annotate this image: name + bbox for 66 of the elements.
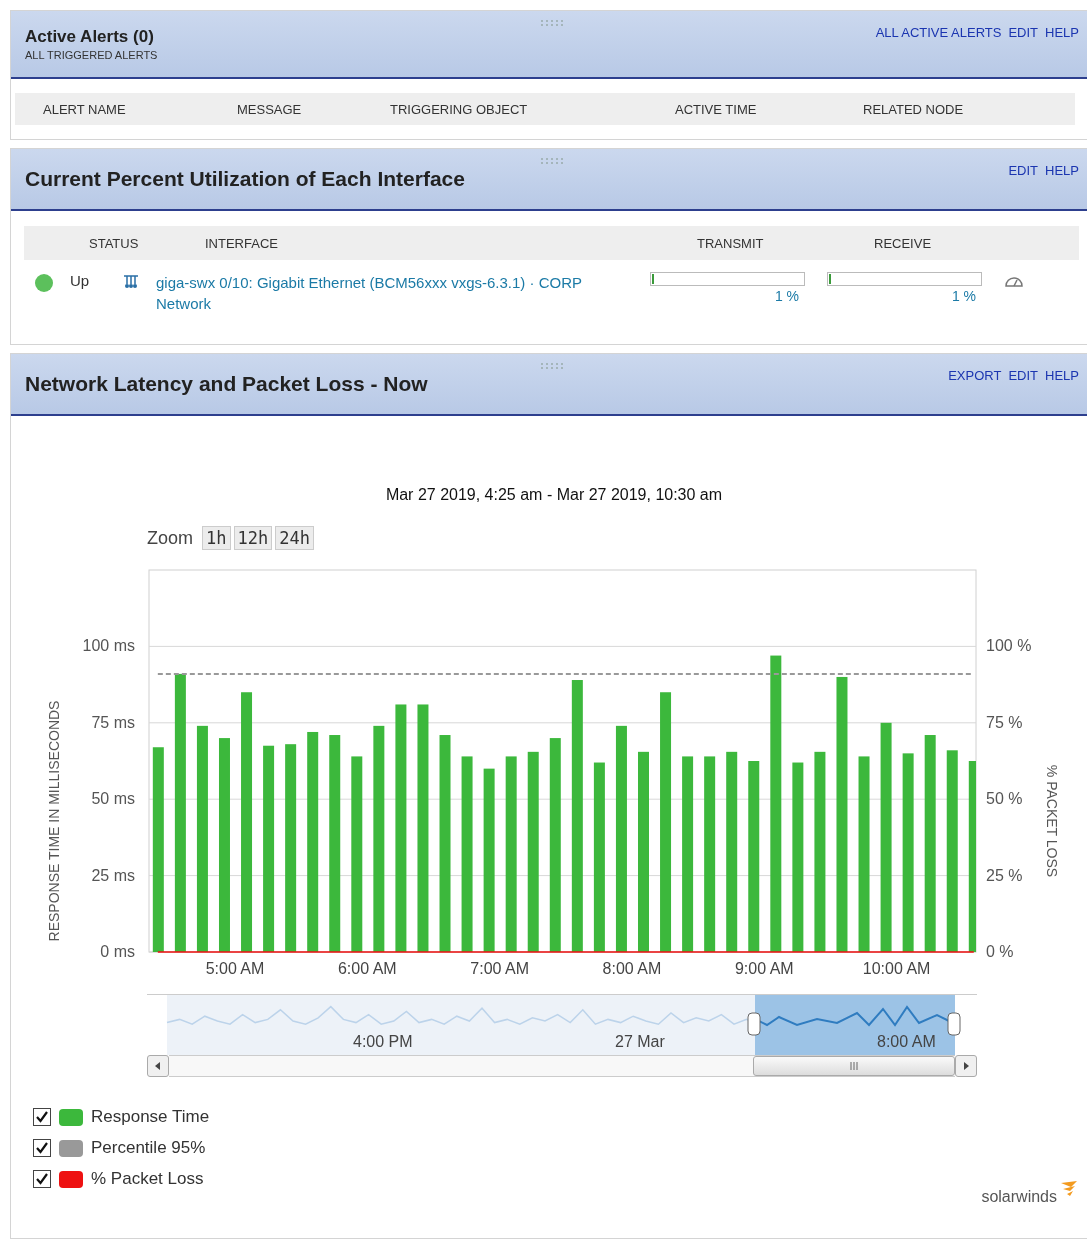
navigator-label: 8:00 AM xyxy=(877,1033,936,1051)
brand-logo-text: solarwinds xyxy=(981,1188,1057,1206)
y-axis-label: 0 ms xyxy=(100,943,135,960)
column-header: ACTIVE TIME xyxy=(675,101,758,117)
zoom-button[interactable]: 1h xyxy=(202,526,231,550)
utilization-reading: 1 % xyxy=(951,288,976,304)
panel-subtitle: ALL TRIGGERED ALERTS xyxy=(25,49,158,61)
x-axis-label: 10:00 AM xyxy=(862,960,931,977)
legend-checkbox[interactable] xyxy=(33,1139,51,1157)
column-header: TRIGGERING OBJECT xyxy=(390,101,529,117)
y-axis-label: 100 ms xyxy=(82,637,135,655)
gauge-icon[interactable] xyxy=(1004,274,1024,288)
y-axis-label: 0 % xyxy=(986,943,1014,960)
x-axis-label: 8:00 AM xyxy=(602,960,662,977)
column-header: ALERT NAME xyxy=(43,101,127,117)
utilization-reading: 1 % xyxy=(774,288,799,304)
panel-title: Active Alerts (0) xyxy=(25,27,155,47)
legend-label: Percentile 95% xyxy=(91,1138,206,1158)
y-axis-title: % PACKET LOSS xyxy=(1044,764,1060,878)
interface-link[interactable]: giga-swx 0/10: Gigabit Ethernet (BCM56xxx vxgs-6.3.1) · CORP Network xyxy=(156,272,626,314)
column-header: TRANSMIT xyxy=(697,235,765,251)
navigator-label: 27 Mar xyxy=(615,1033,665,1051)
x-axis-label: 9:00 AM xyxy=(734,960,794,977)
header-link[interactable]: EDIT xyxy=(1008,163,1039,179)
y-axis-label: 25 ms xyxy=(91,866,135,884)
y-axis-label: 75 ms xyxy=(91,713,135,731)
y-axis-label: 100 % xyxy=(986,637,1032,655)
status-text: Up xyxy=(70,272,91,289)
scroll-left-button[interactable] xyxy=(147,1055,169,1077)
column-header: MESSAGE xyxy=(237,101,303,117)
header-link[interactable]: HELP xyxy=(1045,163,1079,179)
scrollbar-thumb[interactable] xyxy=(753,1056,955,1076)
legend-label: Response Time xyxy=(91,1107,210,1127)
column-header: INTERFACE xyxy=(205,235,279,251)
y-axis-title: RESPONSE TIME IN MILLISECONDS xyxy=(46,700,62,942)
date-range: Mar 27 2019, 4:25 am - Mar 27 2019, 10:30 am xyxy=(384,486,724,504)
y-axis-label: 25 % xyxy=(986,866,1023,884)
column-header: STATUS xyxy=(89,235,140,251)
legend-label: % Packet Loss xyxy=(91,1169,204,1189)
network-interface-icon xyxy=(122,274,140,290)
x-axis-label: 6:00 AM xyxy=(338,960,397,977)
zoom-label: Zoom xyxy=(147,527,193,549)
left-arrow-icon xyxy=(154,1062,162,1070)
x-axis-label: 7:00 AM xyxy=(470,960,529,977)
navigator-label: 4:00 PM xyxy=(353,1033,413,1051)
y-axis-label: 50 ms xyxy=(91,790,135,808)
header-link[interactable]: HELP xyxy=(1045,368,1079,384)
zoom-button[interactable]: 12h xyxy=(233,526,273,550)
x-axis-label: 5:00 AM xyxy=(205,960,265,977)
time-navigator[interactable]: 4:00 PM 27 Mar 8:00 AM xyxy=(147,994,977,1055)
column-header: RELATED NODE xyxy=(863,101,965,117)
header-link[interactable]: ALL ACTIVE ALERTS xyxy=(875,25,1002,41)
zoom-button[interactable]: 24h xyxy=(275,526,314,550)
y-axis-label: 75 % xyxy=(986,713,1023,731)
header-link[interactable]: EDIT xyxy=(1008,25,1039,41)
right-arrow-icon xyxy=(962,1062,970,1070)
panel-title: Network Latency and Packet Loss - Now xyxy=(25,372,428,396)
panel-title: Current Percent Utilization of Each Interface xyxy=(25,167,465,191)
header-link[interactable]: EXPORT xyxy=(948,368,1002,384)
header-link[interactable]: EDIT xyxy=(1008,368,1039,384)
header-link[interactable]: HELP xyxy=(1045,25,1079,41)
y-axis-label: 50 % xyxy=(986,790,1023,808)
legend-checkbox[interactable] xyxy=(33,1170,51,1188)
legend-checkbox[interactable] xyxy=(33,1108,51,1126)
scroll-right-button[interactable] xyxy=(955,1055,977,1077)
column-header: RECEIVE xyxy=(874,235,933,251)
